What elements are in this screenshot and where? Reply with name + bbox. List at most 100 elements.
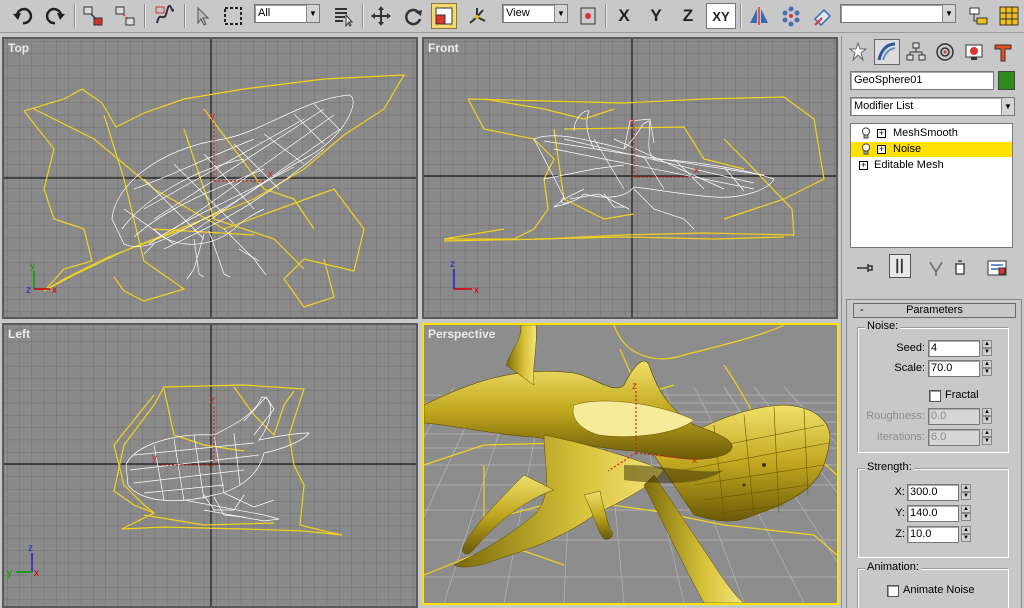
rotate-icon[interactable] (400, 3, 426, 29)
mirror-icon[interactable] (746, 3, 772, 29)
iterations-label: Iterations: (876, 431, 925, 443)
curve-editor-icon[interactable] (996, 3, 1022, 29)
restrict-z-button[interactable]: Z (675, 3, 701, 29)
scale-spinner[interactable]: ▲ ▼ (982, 360, 992, 377)
parameters-rollout-header[interactable]: - Parameters (853, 303, 1016, 318)
object-color-swatch[interactable] (998, 71, 1015, 90)
viewport-label[interactable]: Top (8, 41, 29, 55)
main-toolbar: All ▼ View ▼ X Y Z XY ▼ (0, 0, 1024, 33)
pivot-icon[interactable] (575, 3, 601, 29)
link-icon[interactable] (80, 3, 106, 29)
expand-icon[interactable]: + (877, 145, 886, 154)
svg-text:z: z (450, 259, 455, 270)
strength-x-label: X: (894, 486, 905, 498)
svg-text:x: x (694, 165, 699, 176)
svg-text:z: z (28, 543, 33, 554)
selection-filter-dropdown[interactable]: All ▼ (254, 4, 320, 23)
region-select-icon[interactable] (220, 3, 246, 29)
motion-icon[interactable] (932, 39, 958, 65)
array-icon[interactable] (778, 3, 804, 29)
manipulate-icon[interactable] (464, 3, 490, 29)
viewport-perspective[interactable]: Perspective z x (422, 323, 839, 605)
select-icon[interactable] (190, 3, 216, 29)
viewport-front[interactable]: Front z x z x (422, 37, 838, 319)
svg-text:y: y (7, 568, 12, 579)
undo-icon[interactable] (10, 3, 36, 29)
configure-sets-icon[interactable] (986, 258, 1008, 278)
stack-item-noise[interactable]: + Noise (851, 142, 1012, 157)
viewport-top[interactable]: Top y x y x z (2, 37, 418, 319)
redo-icon[interactable] (42, 3, 68, 29)
expand-icon[interactable]: + (877, 129, 886, 138)
collapse-icon[interactable]: - (860, 304, 864, 317)
stack-item-label: Editable Mesh (874, 159, 944, 171)
roughness-spinner[interactable]: ▲ ▼ (982, 408, 992, 425)
expand-icon[interactable]: + (859, 161, 868, 170)
viewport-label[interactable]: Front (428, 41, 459, 55)
iterations-spinner[interactable]: ▲ ▼ (982, 429, 992, 446)
unlink-icon[interactable] (112, 3, 138, 29)
seed-spinner[interactable]: ▲ ▼ (982, 340, 992, 357)
scale-icon[interactable] (431, 3, 457, 29)
restrict-xy-button[interactable]: XY (706, 3, 736, 29)
svg-text:x: x (34, 568, 39, 579)
viewport-grid: y x y x z (4, 39, 416, 317)
seed-label: Seed: (896, 342, 925, 354)
display-icon[interactable] (961, 39, 987, 65)
show-end-result-icon[interactable] (889, 254, 911, 278)
stack-item-meshsmooth[interactable]: + MeshSmooth (851, 126, 1012, 141)
bind-spacewarp-icon[interactable] (152, 3, 178, 29)
strength-y-spinner[interactable]: ▲ ▼ (961, 505, 971, 522)
lightbulb-icon[interactable] (861, 143, 871, 155)
strength-x-field[interactable]: 300.0 (907, 484, 959, 501)
viewport-grid: z y z y x (4, 325, 416, 606)
svg-text:z: z (26, 285, 31, 296)
seed-field[interactable]: 4 (928, 340, 980, 357)
pin-stack-icon[interactable] (854, 258, 876, 278)
remove-modifier-icon[interactable] (950, 258, 970, 278)
strength-y-field[interactable]: 140.0 (907, 505, 959, 522)
svg-text:y: y (210, 111, 215, 122)
svg-text:x: x (52, 285, 57, 296)
fractal-checkbox[interactable] (929, 390, 941, 402)
utilities-icon[interactable] (990, 39, 1016, 65)
animate-noise-label: Animate Noise (903, 584, 975, 596)
hierarchy-icon[interactable] (903, 39, 929, 65)
viewport-label[interactable]: Perspective (428, 327, 495, 341)
viewport-grid: z x z x (424, 39, 836, 317)
svg-text:z: z (630, 117, 635, 128)
reference-coordinate-dropdown[interactable]: View ▼ (502, 4, 568, 23)
max-window: All ▼ View ▼ X Y Z XY ▼ Top y x y x z Fr… (0, 0, 1024, 608)
fractal-label: Fractal (945, 389, 979, 401)
roughness-field[interactable]: 0.0 (928, 408, 980, 425)
restrict-y-button[interactable]: Y (643, 3, 669, 29)
iterations-field[interactable]: 6.0 (928, 429, 980, 446)
strength-group-label: Strength: (865, 461, 914, 473)
roughness-label: Roughness: (866, 410, 925, 422)
strength-z-field[interactable]: 10.0 (907, 526, 959, 543)
svg-text:x: x (268, 169, 273, 180)
svg-text:x: x (474, 285, 479, 296)
align-icon[interactable] (810, 3, 836, 29)
modifier-list-dropdown[interactable]: Modifier List ▼ (850, 97, 1015, 116)
named-selection-sets-dropdown[interactable]: ▼ (840, 4, 956, 23)
create-icon[interactable] (845, 39, 871, 65)
animate-noise-checkbox[interactable] (887, 585, 899, 597)
svg-text:z: z (210, 395, 215, 406)
viewport-label[interactable]: Left (8, 327, 30, 341)
strength-z-spinner[interactable]: ▲ ▼ (961, 526, 971, 543)
layers-icon[interactable] (966, 3, 992, 29)
restrict-x-button[interactable]: X (611, 3, 637, 29)
move-icon[interactable] (368, 3, 394, 29)
make-unique-icon[interactable] (926, 258, 946, 278)
object-name-field[interactable]: GeoSphere01 (850, 71, 994, 90)
stack-item-editable-mesh[interactable]: + Editable Mesh (851, 158, 1012, 173)
scale-field[interactable]: 70.0 (928, 360, 980, 377)
viewport-left[interactable]: Left z y z y x (2, 323, 418, 608)
modifier-stack[interactable]: + MeshSmooth + Noise + Editable Mesh (850, 123, 1013, 248)
strength-x-spinner[interactable]: ▲ ▼ (961, 484, 971, 501)
lightbulb-icon[interactable] (861, 127, 871, 139)
select-by-name-icon[interactable] (330, 3, 356, 29)
modify-icon[interactable] (874, 39, 900, 65)
strength-y-label: Y: (895, 507, 905, 519)
